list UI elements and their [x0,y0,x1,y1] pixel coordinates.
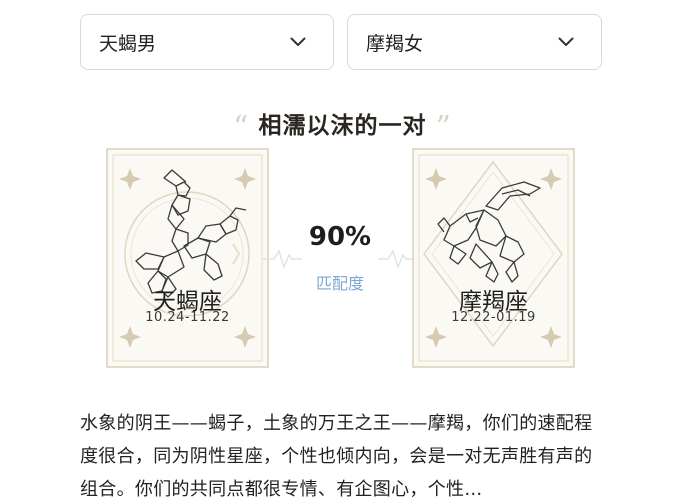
select-right-value: 摩羯女 [366,32,424,55]
gender-sign-select-left[interactable]: 天蝎男 [80,14,334,70]
open-quote-mark: “ [233,110,250,145]
chevron-down-icon [289,33,307,51]
close-quote-mark: ” [435,110,452,145]
zodiac-dates-right: 12.22-01.19 [451,310,536,325]
zodiac-dates-left: 10.24-11.22 [145,310,230,325]
match-title: “ 相濡以沫的一对 ” [0,106,685,145]
card-frame-left [106,148,269,368]
gender-sign-select-right[interactable]: 摩羯女 [347,14,602,70]
match-percent: 90% [308,222,372,252]
zodiac-card-left: 天蝎座 10.24-11.22 [106,148,269,368]
match-label: 匹配度 [315,274,364,293]
match-title-text: 相濡以沫的一对 [258,113,427,139]
zodiac-card-right: 摩羯座 12.22-01.19 [412,148,575,368]
card-frame-right [412,148,575,368]
select-left-value: 天蝎男 [99,32,157,55]
chevron-down-icon [557,33,575,51]
compatibility-description: 水象的阴王——蝎子，土象的万王之王——摩羯，你们的速配程度很合，同为阴性星座，个… [80,413,593,500]
